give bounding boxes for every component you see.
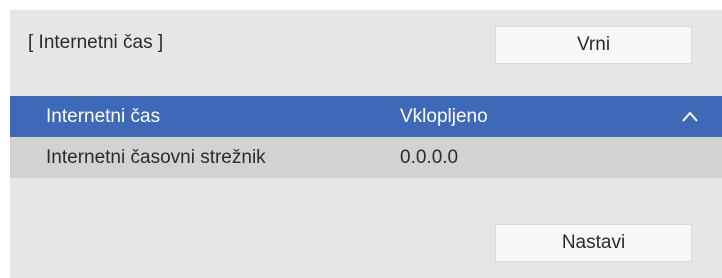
setting-value: 0.0.0.0 [400,147,459,168]
page-title: [ Internetni čas ] [28,32,164,53]
chevron-up-icon[interactable] [680,107,700,127]
setting-label: Internetni časovni strežnik [46,147,266,168]
setting-row-time-server[interactable]: Internetni časovni strežnik 0.0.0.0 [10,137,722,178]
back-button[interactable]: Vrni [495,26,692,64]
set-button[interactable]: Nastavi [495,224,692,262]
setting-row-internet-time[interactable]: Internetni čas Vklopljeno [10,96,722,137]
setting-label: Internetni čas [46,106,161,127]
setting-value: Vklopljeno [400,106,488,127]
